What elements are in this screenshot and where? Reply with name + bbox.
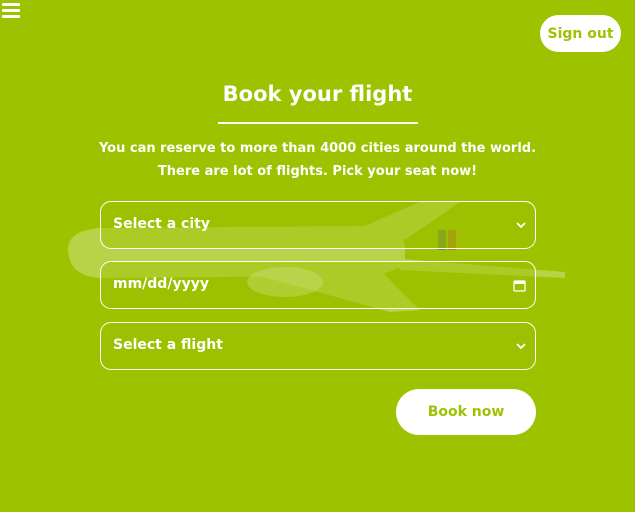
subtitle-line-1: You can reserve to more than 4000 cities… [98,141,537,156]
date-input-placeholder: mm/dd/yyyy [113,276,209,292]
subtitle-line-2: There are lot of flights. Pick your seat… [157,164,478,179]
book-now-button[interactable]: Book now [396,389,536,435]
sign-out-button[interactable]: Sign out [540,15,621,52]
chevron-down-icon [516,343,526,350]
page-subtitle: You can reserve to more than 4000 cities… [60,137,575,183]
city-select[interactable]: Select a city [100,201,536,249]
city-select-value: Select a city [113,216,210,232]
flight-select[interactable]: Select a flight [100,322,536,370]
title-underline [218,122,418,124]
chevron-down-icon [516,222,526,229]
calendar-icon[interactable] [513,279,526,292]
date-input[interactable]: mm/dd/yyyy [100,261,536,309]
flight-select-value: Select a flight [113,337,223,353]
hamburger-menu-icon[interactable] [2,3,20,19]
page-title: Book your flight [222,82,413,106]
